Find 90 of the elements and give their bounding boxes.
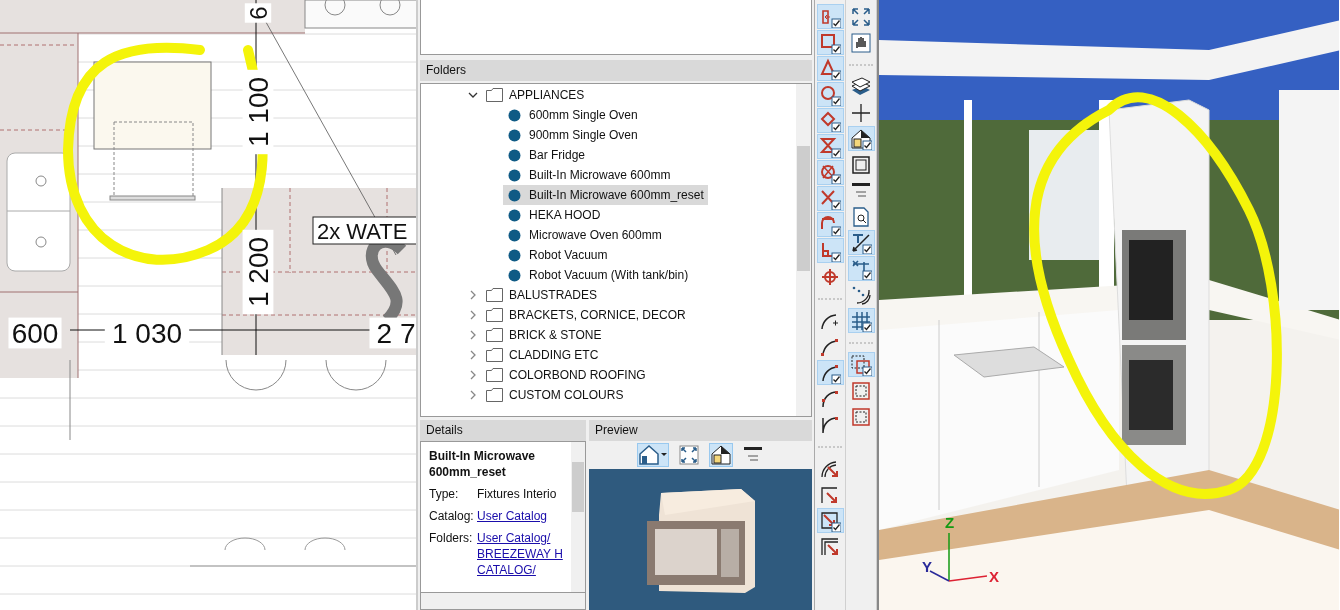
axis-label: Z <box>945 514 955 531</box>
toolbar-button[interactable] <box>708 443 733 467</box>
item-dot-icon <box>508 128 521 142</box>
folder-label[interactable]: BALUSTRADES <box>509 288 598 302</box>
catalog-item[interactable]: 900mm Single Oven <box>421 125 642 145</box>
field-value: Fixtures Interio <box>477 486 557 502</box>
toolbar-button[interactable] <box>676 443 701 467</box>
catalog-link[interactable]: CATALOG/ <box>477 562 563 578</box>
arrow-corner-icon <box>819 535 841 558</box>
item-dot-icon <box>508 168 521 182</box>
vertical-scrollbar[interactable] <box>796 84 811 416</box>
panel-header: Preview <box>589 420 812 441</box>
dimension-label: 1 200 <box>242 229 275 315</box>
panel-header: Details <box>420 420 586 441</box>
toolbar-button[interactable] <box>636 443 669 467</box>
toolbar-button[interactable] <box>847 308 875 333</box>
item-dot-icon <box>508 228 521 242</box>
folder-label[interactable]: COLORBOND ROOFING <box>509 368 646 382</box>
toolbar-button[interactable] <box>816 360 844 385</box>
item-dot-icon <box>508 208 521 222</box>
panel-header: Folders <box>420 60 812 81</box>
catalog-item[interactable]: Robot Vacuum <box>421 245 612 265</box>
arch-tool-icon <box>819 213 841 236</box>
triangle-tool-icon <box>819 57 841 80</box>
layers-icon <box>850 75 872 98</box>
item-dot-icon <box>508 148 521 162</box>
fit-view-icon <box>850 5 872 28</box>
x-line-icon <box>850 257 872 280</box>
toolbar-button[interactable] <box>847 256 875 281</box>
folder-icon <box>486 308 503 322</box>
folder-icon <box>486 388 503 402</box>
folder-icon <box>486 348 503 362</box>
pan-hand-icon <box>850 31 872 54</box>
square-icon <box>850 153 872 176</box>
catalog-item[interactable]: Built-In Microwave 600mm <box>421 165 675 185</box>
folder-icon <box>486 88 503 102</box>
toolbar-button[interactable] <box>816 508 844 533</box>
diamond-tool-icon <box>819 109 841 132</box>
folder-label[interactable]: CLADDING ETC <box>509 348 599 362</box>
item-dot-icon <box>508 188 521 202</box>
catalog-item[interactable]: HEKA HOOD <box>421 205 605 225</box>
toolbar-button[interactable] <box>847 230 875 255</box>
catalog-item[interactable]: Built-In Microwave 600mm_reset <box>503 185 708 205</box>
folder-label[interactable]: BRACKETS, CORNICE, DECOR <box>509 308 686 322</box>
arrow-box-icon <box>819 509 841 532</box>
dimension-label: 1 100 <box>242 69 275 155</box>
catalog-link[interactable]: User Catalog <box>477 508 548 524</box>
document-search-icon <box>850 205 872 228</box>
item-dot-icon <box>508 268 521 282</box>
fit-view-icon <box>677 444 700 466</box>
folder-icon <box>486 368 503 382</box>
square-tool-icon <box>819 31 841 54</box>
plus-icon <box>850 101 872 124</box>
callout-label: 2x WATE <box>312 216 416 245</box>
folder-label[interactable]: CUSTOM COLOURS <box>509 388 624 402</box>
item-dot-icon <box>508 248 521 262</box>
house-icon <box>709 444 732 466</box>
horizontal-scrollbar[interactable] <box>420 593 586 610</box>
select-box-icon <box>850 353 872 376</box>
chevron-icon[interactable] <box>468 90 478 100</box>
catalog-item[interactable]: Bar Fridge <box>421 145 590 165</box>
catalog-item[interactable]: 600mm Single Oven <box>421 105 642 125</box>
house-icon <box>850 127 872 150</box>
house-icon <box>637 444 668 466</box>
dimension-label: 6 <box>244 3 272 23</box>
field-label: Folders: <box>429 530 474 547</box>
field-label: Type: <box>429 486 460 502</box>
axis-label: Y <box>922 558 932 575</box>
text-arrow-icon <box>850 231 872 254</box>
circle-tool-icon <box>819 83 841 106</box>
dimension-label: 600 <box>8 317 62 350</box>
folder-label[interactable]: BRICK & STONE <box>509 328 602 342</box>
vertical-scrollbar[interactable] <box>571 442 585 592</box>
catalog-item[interactable]: Microwave Oven 600mm <box>421 225 666 245</box>
toolbar-button[interactable] <box>847 126 875 151</box>
dimension-label: 2 7 <box>369 317 416 350</box>
folder-label[interactable]: APPLIANCES <box>509 88 585 102</box>
dashed-box-icon <box>850 379 872 402</box>
folder-icon <box>486 328 503 342</box>
catalog-link[interactable]: User Catalog/ <box>477 530 563 546</box>
axis-label: X <box>989 568 999 585</box>
item-title: Built-In Microwave 600mm_reset <box>429 448 536 480</box>
folder-icon <box>486 288 503 302</box>
grid-icon <box>850 309 872 332</box>
hourglass-tool-icon <box>819 135 841 158</box>
field-label: Catalog: <box>429 508 475 524</box>
catalog-link[interactable]: BREEZEWAY H <box>477 546 563 562</box>
item-dot-icon <box>508 108 521 122</box>
dashed-box-icon <box>850 405 872 428</box>
catalog-item[interactable]: Robot Vacuum (With tank/bin) <box>421 265 693 285</box>
